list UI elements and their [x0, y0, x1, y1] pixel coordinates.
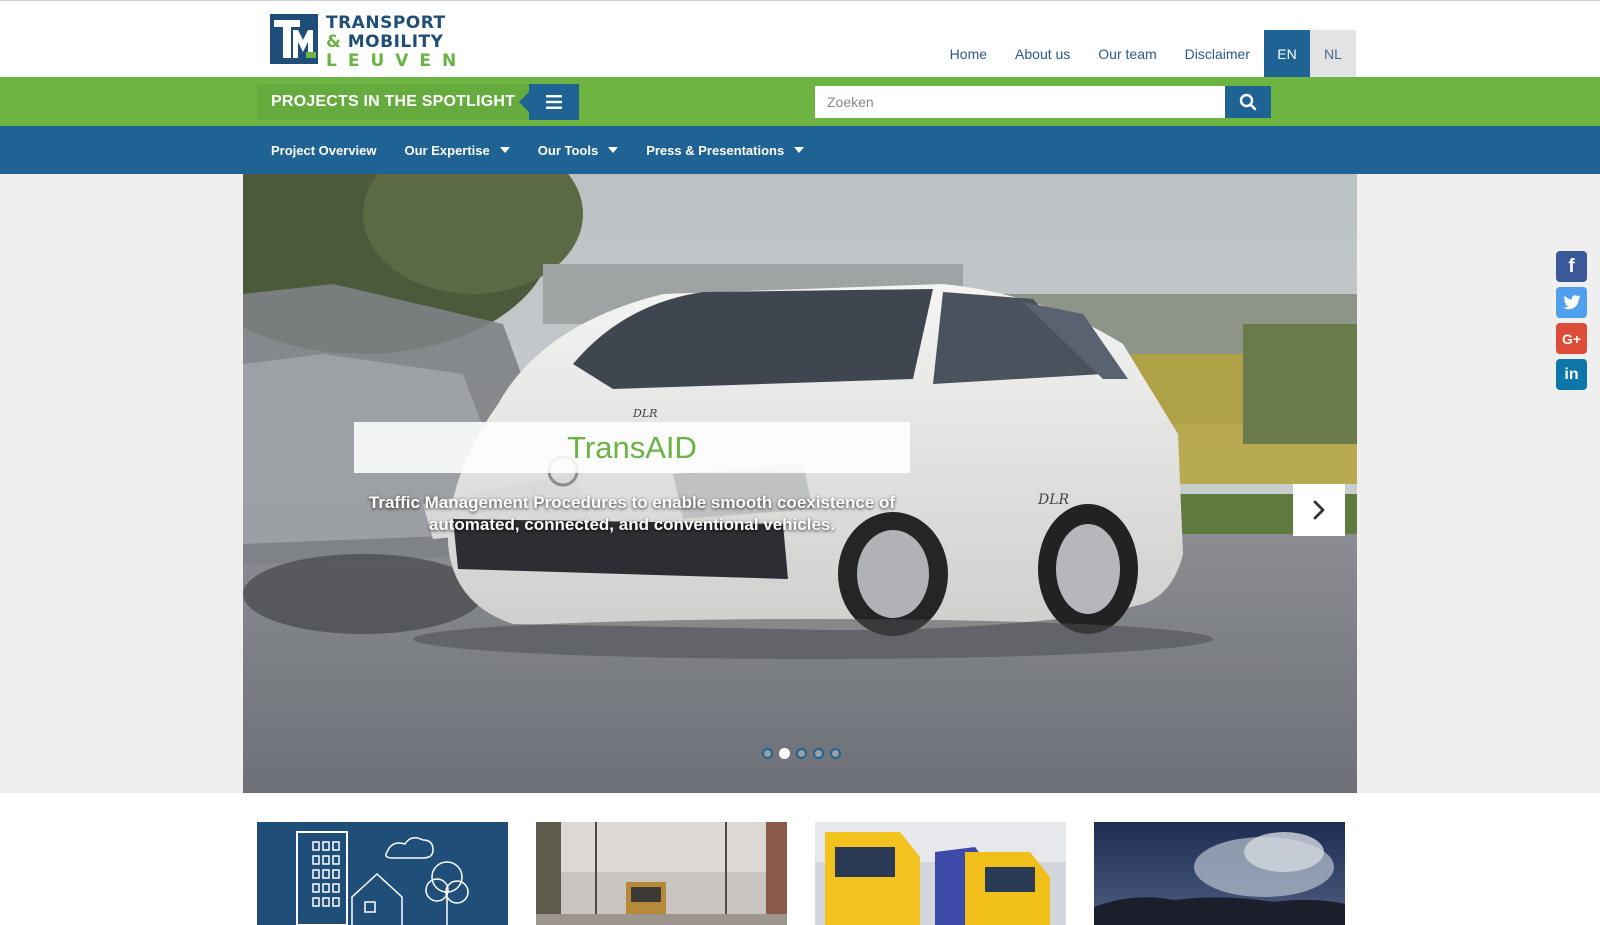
tram-street-photo — [536, 822, 787, 925]
svg-text:DLR: DLR — [1037, 492, 1070, 508]
carousel-dot-5[interactable] — [830, 748, 841, 759]
top-navigation: Home About us Our team Disclaimer EN NL — [936, 30, 1356, 77]
carousel-dot-2[interactable] — [779, 748, 790, 759]
slide-subtitle: Traffic Management Procedures to enable … — [368, 493, 896, 534]
hamburger-icon — [546, 95, 563, 109]
main-navigation: Project Overview Our Expertise Our Tools… — [257, 126, 818, 174]
search-form — [815, 86, 1271, 118]
search-button[interactable] — [1225, 86, 1271, 118]
logo-mobility-word: MOBILITY — [341, 32, 444, 52]
nav-press-presentations[interactable]: Press & Presentations — [632, 126, 818, 174]
chevron-down-icon — [608, 147, 619, 153]
facebook-icon[interactable]: f — [1556, 251, 1587, 282]
logo-line-transport: TRANSPORT — [326, 13, 446, 33]
social-share-bar: f G+ in — [1556, 251, 1587, 390]
chevron-right-icon — [1313, 500, 1325, 520]
google-plus-icon[interactable]: G+ — [1556, 323, 1587, 354]
logo-ampersand: & — [326, 32, 342, 52]
twitter-icon[interactable] — [1556, 287, 1587, 318]
menu-button[interactable] — [519, 84, 580, 120]
carousel-dot-4[interactable] — [813, 748, 824, 759]
hero-slide-image: DLR DLR — [243, 174, 1357, 793]
chevron-down-icon — [499, 147, 510, 153]
trucks-photo — [815, 822, 1066, 925]
slide-title[interactable]: TransAID — [567, 430, 697, 466]
carousel-dot-1[interactable] — [762, 748, 773, 759]
logo-line-leuven: LEUVEN — [326, 51, 468, 71]
spotlight-label: PROJECTS IN THE SPOTLIGHT — [257, 84, 530, 120]
logo-wordmark: TRANSPORT & MOBILITY LEUVEN — [326, 14, 467, 70]
site-header: TRANSPORT & MOBILITY LEUVEN Home About u… — [0, 1, 1600, 77]
tml-logo-mark — [270, 14, 318, 64]
slide-title-box: TransAID — [354, 422, 910, 473]
tile-freight-transport[interactable] — [815, 822, 1066, 925]
linkedin-icon[interactable]: in — [1556, 359, 1587, 390]
nav-link-our-team[interactable]: Our team — [1084, 30, 1170, 77]
tile-public-transport[interactable] — [536, 822, 787, 925]
nav-project-overview-label: Project Overview — [271, 142, 377, 158]
search-icon — [1239, 93, 1257, 111]
city-illustration-image — [257, 822, 508, 925]
search-input[interactable] — [815, 86, 1225, 118]
language-en-button[interactable]: EN — [1264, 30, 1310, 77]
carousel-next-button[interactable] — [1293, 484, 1345, 536]
spotlight-bar: PROJECTS IN THE SPOTLIGHT — [0, 77, 1600, 126]
spotlight-toggle[interactable]: PROJECTS IN THE SPOTLIGHT — [257, 84, 580, 120]
nav-our-expertise[interactable]: Our Expertise — [391, 126, 524, 174]
nav-link-about-us[interactable]: About us — [1001, 30, 1084, 77]
nav-our-tools-label: Our Tools — [537, 142, 599, 158]
nav-press-presentations-label: Press & Presentations — [646, 142, 785, 158]
stormy-sky-photo — [1094, 822, 1345, 925]
nav-link-disclaimer[interactable]: Disclaimer — [1171, 30, 1264, 77]
main-navigation-bar: Project Overview Our Expertise Our Tools… — [0, 126, 1600, 174]
carousel-dot-3[interactable] — [796, 748, 807, 759]
chevron-down-icon — [794, 147, 805, 153]
hero-carousel: DLR DLR TransAID Traffic Management Proc… — [243, 174, 1357, 793]
tile-urban-planning[interactable] — [257, 822, 508, 925]
tile-environment[interactable] — [1094, 822, 1345, 925]
language-nl-button[interactable]: NL — [1310, 30, 1356, 77]
svg-text:DLR: DLR — [632, 407, 657, 420]
site-logo[interactable]: TRANSPORT & MOBILITY LEUVEN — [270, 14, 467, 70]
carousel-indicators — [762, 748, 841, 759]
nav-our-expertise-label: Our Expertise — [404, 142, 490, 158]
nav-our-tools[interactable]: Our Tools — [524, 126, 632, 174]
nav-project-overview[interactable]: Project Overview — [257, 126, 391, 174]
nav-link-home[interactable]: Home — [936, 30, 1001, 77]
logo-line-mobility: & MOBILITY — [326, 34, 467, 51]
feature-tiles — [257, 822, 1345, 925]
